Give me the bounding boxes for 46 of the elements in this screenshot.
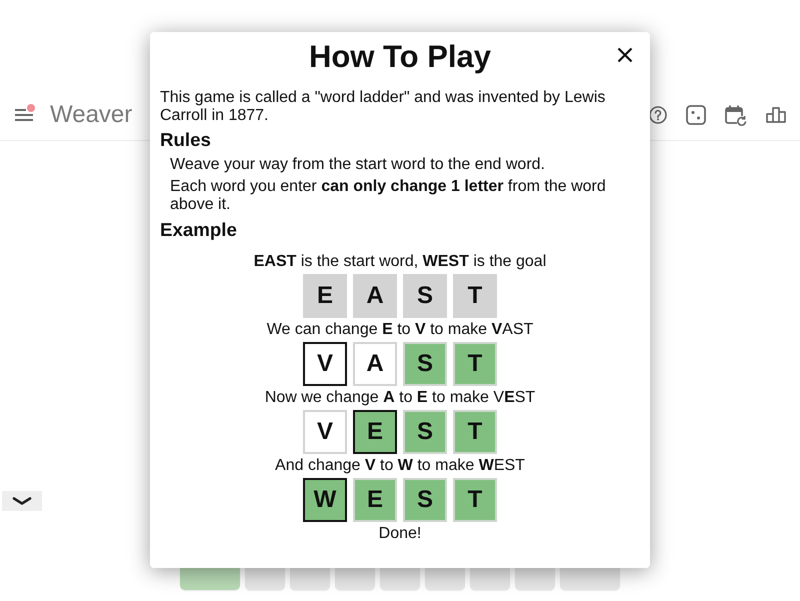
app-title: Weaver	[50, 101, 132, 129]
letter-tile: A	[353, 274, 397, 318]
keyboard-key[interactable]	[470, 568, 510, 590]
help-icon[interactable]	[649, 106, 667, 124]
letter-tile: T	[453, 274, 497, 318]
example-caption: Now we change A to E to make VEST	[264, 389, 536, 407]
letter-tile: S	[403, 274, 447, 318]
expand-button[interactable]	[2, 491, 42, 511]
letter-tile: W	[303, 478, 347, 522]
letter-tile: V	[303, 410, 347, 454]
letter-tile: S	[403, 342, 447, 386]
letter-tile: V	[303, 342, 347, 386]
example-caption: We can change E to V to make VAST	[266, 321, 534, 339]
dialog-title: How To Play	[308, 39, 491, 75]
letter-tile: S	[403, 410, 447, 454]
keyboard-key[interactable]	[245, 568, 285, 590]
calendar-icon[interactable]	[725, 104, 747, 126]
section-heading: Rules	[160, 129, 212, 150]
menu-icon[interactable]	[15, 109, 33, 121]
rule-text: Weave your way from the start word to the end word.	[170, 156, 546, 174]
letter-tile: T	[453, 478, 497, 522]
keyboard-key[interactable]	[180, 568, 240, 590]
close-icon	[617, 47, 633, 63]
keyboard-key[interactable]	[380, 568, 420, 590]
close-button[interactable]	[617, 47, 633, 63]
keyboard-key[interactable]	[515, 568, 555, 590]
example-caption: EAST is the start word, WEST is the goal	[254, 253, 546, 271]
letter-tile: A	[353, 342, 397, 386]
example-caption: Done!	[378, 525, 422, 543]
section-heading: Example	[160, 219, 238, 240]
letter-tile: S	[403, 478, 447, 522]
letter-tile: E	[353, 478, 397, 522]
rule-text: Each word you enter can only change 1 letter from the word above it.	[170, 178, 607, 214]
example-caption: And change V to W to make WEST	[275, 457, 525, 475]
letter-tile: T	[453, 342, 497, 386]
chevron-down-icon	[12, 497, 32, 505]
bar-chart-icon[interactable]	[766, 107, 786, 123]
keyboard-key[interactable]	[290, 568, 330, 590]
letter-tile: E	[303, 274, 347, 318]
intro-text: This game is called a "word ladder" and was invented by Lewis Carroll in 1877.	[160, 88, 606, 124]
letter-tile: E	[353, 410, 397, 454]
keyboard-key[interactable]	[335, 568, 375, 590]
letter-tile: T	[453, 410, 497, 454]
dice-icon[interactable]	[686, 105, 706, 125]
keyboard-key[interactable]	[560, 568, 620, 590]
keyboard-key[interactable]	[425, 568, 465, 590]
